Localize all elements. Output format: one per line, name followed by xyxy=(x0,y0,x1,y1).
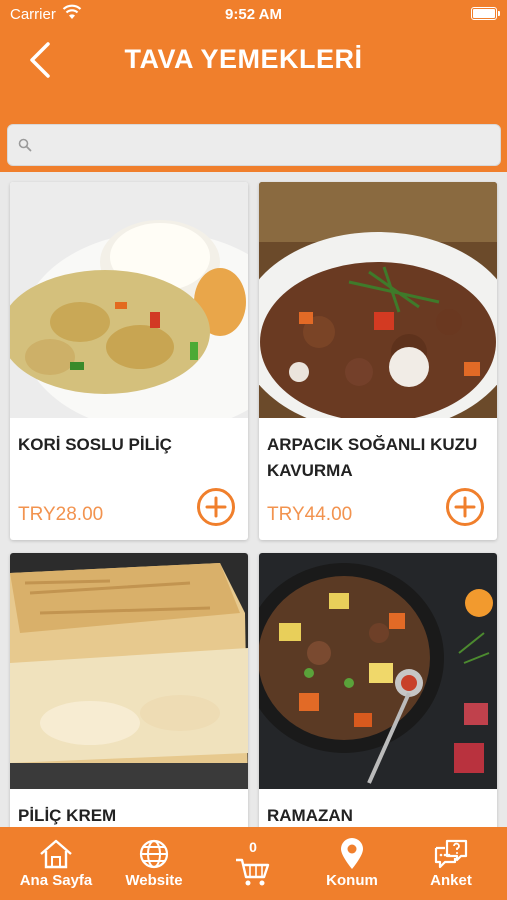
clock: 9:52 AM xyxy=(225,6,282,23)
tab-label: Anket xyxy=(430,872,472,889)
home-icon xyxy=(40,839,72,869)
chat-question-icon xyxy=(434,839,468,869)
cart-icon xyxy=(236,858,270,886)
tab-website[interactable]: Website xyxy=(104,827,204,900)
header-bar: Carrier 9:52 AM TAVA YEMEKLERİ xyxy=(0,0,507,172)
status-bar: Carrier 9:52 AM xyxy=(0,0,507,30)
tab-survey[interactable]: Anket xyxy=(401,827,501,900)
product-image-curry-chicken xyxy=(10,182,248,418)
product-card[interactable]: KORİ SOSLU PİLİÇ TRY28.00 xyxy=(10,182,248,540)
search-icon xyxy=(18,138,32,152)
product-name: PİLİÇ KREM xyxy=(18,806,117,825)
product-card[interactable]: PİLİÇ KREM xyxy=(10,553,248,843)
cart-count-badge: 0 xyxy=(249,839,257,855)
product-image-lamb-stew xyxy=(259,182,497,418)
tab-cart[interactable]: 0 xyxy=(203,827,303,900)
product-name: KORİ SOSLU PİLİÇ xyxy=(18,435,172,454)
location-pin-icon xyxy=(341,838,363,869)
page-title: TAVA YEMEKLERİ xyxy=(124,44,363,74)
product-price: TRY28.00 xyxy=(18,504,104,525)
add-to-cart-plus-icon[interactable] xyxy=(445,487,485,527)
battery-icon xyxy=(471,7,500,20)
add-to-cart-plus-icon[interactable] xyxy=(196,487,236,527)
bottom-tab-bar: Ana Sayfa Website 0 Konum Anket xyxy=(0,827,507,900)
tab-label: Ana Sayfa xyxy=(19,872,93,889)
product-name: RAMAZAN xyxy=(267,806,353,825)
tab-label: Website xyxy=(125,872,183,889)
tab-location[interactable]: Konum xyxy=(302,827,402,900)
tab-home[interactable]: Ana Sayfa xyxy=(6,827,106,900)
product-price: TRY44.00 xyxy=(267,504,353,525)
product-card[interactable]: RAMAZAN xyxy=(259,553,497,843)
product-grid: KORİ SOSLU PİLİÇ TRY28.00 ARPACIK SOĞANL… xyxy=(0,172,507,843)
search-input[interactable] xyxy=(7,124,501,166)
tab-label: Konum xyxy=(326,872,378,889)
globe-icon xyxy=(139,839,169,869)
product-image-chicken-cream xyxy=(10,553,248,789)
product-image-ramazan-stew xyxy=(259,553,497,789)
product-name: ARPACIK SOĞANLI KUZU KAVURMA xyxy=(267,435,478,480)
product-card[interactable]: ARPACIK SOĞANLI KUZU KAVURMA TRY44.00 xyxy=(259,182,497,540)
